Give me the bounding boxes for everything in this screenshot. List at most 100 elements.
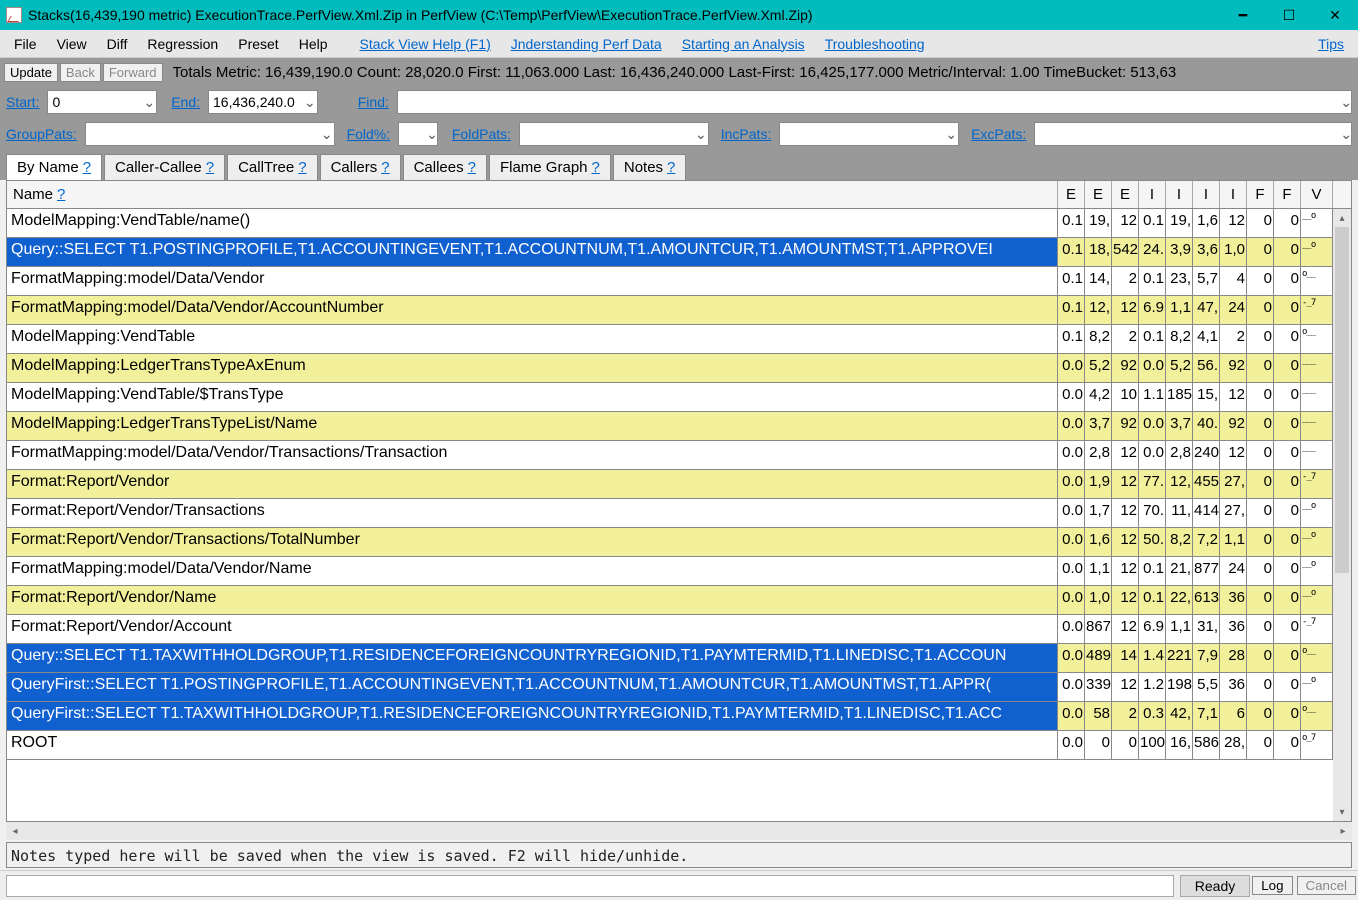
menu-file[interactable]: File: [4, 33, 47, 55]
col-e2[interactable]: E: [1085, 181, 1112, 208]
notes-area[interactable]: Notes typed here will be saved when the …: [6, 842, 1352, 868]
link-troubleshooting[interactable]: Troubleshooting: [815, 33, 935, 55]
start-input[interactable]: [47, 90, 157, 114]
col-name-help-icon[interactable]: ?: [57, 186, 65, 203]
tab-help-icon[interactable]: ?: [298, 159, 306, 176]
tab-help-icon[interactable]: ?: [592, 159, 600, 176]
maximize-button[interactable]: ☐: [1266, 0, 1312, 30]
menu-diff[interactable]: Diff: [97, 33, 138, 55]
table-row[interactable]: ModelMapping:VendTable/$TransType0.04,21…: [7, 383, 1351, 412]
end-input[interactable]: [208, 90, 318, 114]
vertical-scrollbar[interactable]: ▴ ▾: [1333, 209, 1351, 821]
foldpct-label[interactable]: Fold%:: [347, 126, 391, 142]
table-row[interactable]: ModelMapping:VendTable/name()0.119,120.1…: [7, 209, 1351, 238]
grouppats-input[interactable]: [85, 122, 335, 146]
menu-help[interactable]: Help: [289, 33, 338, 55]
horizontal-scrollbar[interactable]: ◂ ▸: [6, 822, 1352, 840]
update-button[interactable]: Update: [4, 63, 58, 82]
table-row[interactable]: ModelMapping:LedgerTransTypeList/Name0.0…: [7, 412, 1351, 441]
cancel-button[interactable]: Cancel: [1297, 876, 1357, 895]
col-e1[interactable]: E: [1058, 181, 1085, 208]
foldpats-dropdown-icon[interactable]: ⌄: [695, 126, 707, 143]
table-row[interactable]: FormatMapping:model/Data/Vendor/AccountN…: [7, 296, 1351, 325]
tab-callees[interactable]: Callees?: [403, 154, 487, 180]
minimize-button[interactable]: ━: [1220, 0, 1266, 30]
tab-flame-graph[interactable]: Flame Graph?: [489, 154, 611, 180]
table-row[interactable]: ROOT0.00010016,58628,00o_7: [7, 731, 1351, 760]
tab-calltree[interactable]: CallTree?: [227, 154, 317, 180]
table-row[interactable]: Query::SELECT T1.POSTINGPROFILE,T1.ACCOU…: [7, 238, 1351, 267]
incpats-dropdown-icon[interactable]: ⌄: [945, 126, 957, 143]
find-input[interactable]: [397, 90, 1352, 114]
forward-button[interactable]: Forward: [103, 63, 163, 82]
table-row[interactable]: QueryFirst::SELECT T1.TAXWITHHOLDGROUP,T…: [7, 702, 1351, 731]
row-name: FormatMapping:model/Data/Vendor/Transact…: [7, 441, 1058, 469]
tab-by-name[interactable]: By Name?: [6, 154, 102, 180]
scroll-right-icon[interactable]: ▸: [1334, 826, 1352, 837]
table-row[interactable]: ModelMapping:VendTable0.18,220.18,24,120…: [7, 325, 1351, 354]
tab-help-icon[interactable]: ?: [83, 159, 91, 176]
col-i4[interactable]: I: [1220, 181, 1247, 208]
tab-notes[interactable]: Notes?: [613, 154, 687, 180]
menu-regression[interactable]: Regression: [137, 33, 228, 55]
find-label[interactable]: Find:: [358, 94, 389, 110]
link-tips[interactable]: Tips: [1308, 33, 1354, 55]
tab-help-icon[interactable]: ?: [381, 159, 389, 176]
title-bar: Stacks(16,439,190 metric) ExecutionTrace…: [0, 0, 1358, 30]
status-input[interactable]: [6, 875, 1174, 897]
foldpct-dropdown-icon[interactable]: ⌄: [426, 126, 438, 143]
incpats-label[interactable]: IncPats:: [721, 126, 772, 142]
incpats-input[interactable]: [779, 122, 959, 146]
table-row[interactable]: Format:Report/Vendor/Transactions/TotalN…: [7, 528, 1351, 557]
tab-callers[interactable]: Callers?: [320, 154, 401, 180]
table-row[interactable]: Format:Report/Vendor0.01,91277.12,45527,…: [7, 470, 1351, 499]
tab-help-icon[interactable]: ?: [206, 159, 214, 176]
row-cell: 56.: [1193, 354, 1220, 382]
col-f1[interactable]: F: [1247, 181, 1274, 208]
table-row[interactable]: Format:Report/Vendor/Account0.0867126.91…: [7, 615, 1351, 644]
table-row[interactable]: Format:Report/Vendor/Name0.01,0120.122,6…: [7, 586, 1351, 615]
excpats-label[interactable]: ExcPats:: [971, 126, 1026, 142]
menu-preset[interactable]: Preset: [228, 33, 288, 55]
col-e3[interactable]: E: [1112, 181, 1139, 208]
col-i1[interactable]: I: [1139, 181, 1166, 208]
table-row[interactable]: FormatMapping:model/Data/Vendor/Transact…: [7, 441, 1351, 470]
log-button[interactable]: Log: [1252, 876, 1292, 895]
table-row[interactable]: FormatMapping:model/Data/Vendor0.114,20.…: [7, 267, 1351, 296]
table-row[interactable]: ModelMapping:LedgerTransTypeAxEnum0.05,2…: [7, 354, 1351, 383]
link-starting-analysis[interactable]: Starting an Analysis: [672, 33, 815, 55]
col-name[interactable]: Name ?: [7, 181, 1058, 208]
col-i2[interactable]: I: [1166, 181, 1193, 208]
scroll-left-icon[interactable]: ◂: [6, 826, 24, 837]
scroll-up-icon[interactable]: ▴: [1333, 209, 1351, 227]
table-row[interactable]: QueryFirst::SELECT T1.POSTINGPROFILE,T1.…: [7, 673, 1351, 702]
menu-view[interactable]: View: [47, 33, 97, 55]
excpats-input[interactable]: [1034, 122, 1352, 146]
link-stack-view-help[interactable]: Stack View Help (F1): [350, 33, 501, 55]
start-label[interactable]: Start:: [6, 94, 39, 110]
grouppats-label[interactable]: GroupPats:: [6, 126, 77, 142]
tab-help-icon[interactable]: ?: [667, 159, 675, 176]
back-button[interactable]: Back: [60, 63, 101, 82]
foldpats-input[interactable]: [519, 122, 709, 146]
table-row[interactable]: FormatMapping:model/Data/Vendor/Name0.01…: [7, 557, 1351, 586]
row-cell: 15,: [1193, 383, 1220, 411]
start-dropdown-icon[interactable]: ⌄: [143, 94, 155, 111]
row-cell: 50.: [1139, 528, 1166, 556]
end-dropdown-icon[interactable]: ⌄: [304, 94, 316, 111]
scroll-down-icon[interactable]: ▾: [1333, 803, 1351, 821]
tab-help-icon[interactable]: ?: [468, 159, 476, 176]
col-v[interactable]: V: [1301, 181, 1333, 208]
grouppats-dropdown-icon[interactable]: ⌄: [321, 126, 333, 143]
excpats-dropdown-icon[interactable]: ⌄: [1340, 126, 1352, 143]
link-understanding-perf[interactable]: Jnderstanding Perf Data: [501, 33, 672, 55]
col-f2[interactable]: F: [1274, 181, 1301, 208]
table-row[interactable]: Format:Report/Vendor/Transactions0.01,71…: [7, 499, 1351, 528]
tab-caller-callee[interactable]: Caller-Callee?: [104, 154, 225, 180]
foldpats-label[interactable]: FoldPats:: [452, 126, 511, 142]
end-label[interactable]: End:: [171, 94, 200, 110]
find-dropdown-icon[interactable]: ⌄: [1340, 94, 1352, 111]
table-row[interactable]: Query::SELECT T1.TAXWITHHOLDGROUP,T1.RES…: [7, 644, 1351, 673]
col-i3[interactable]: I: [1193, 181, 1220, 208]
close-button[interactable]: ✕: [1312, 0, 1358, 30]
